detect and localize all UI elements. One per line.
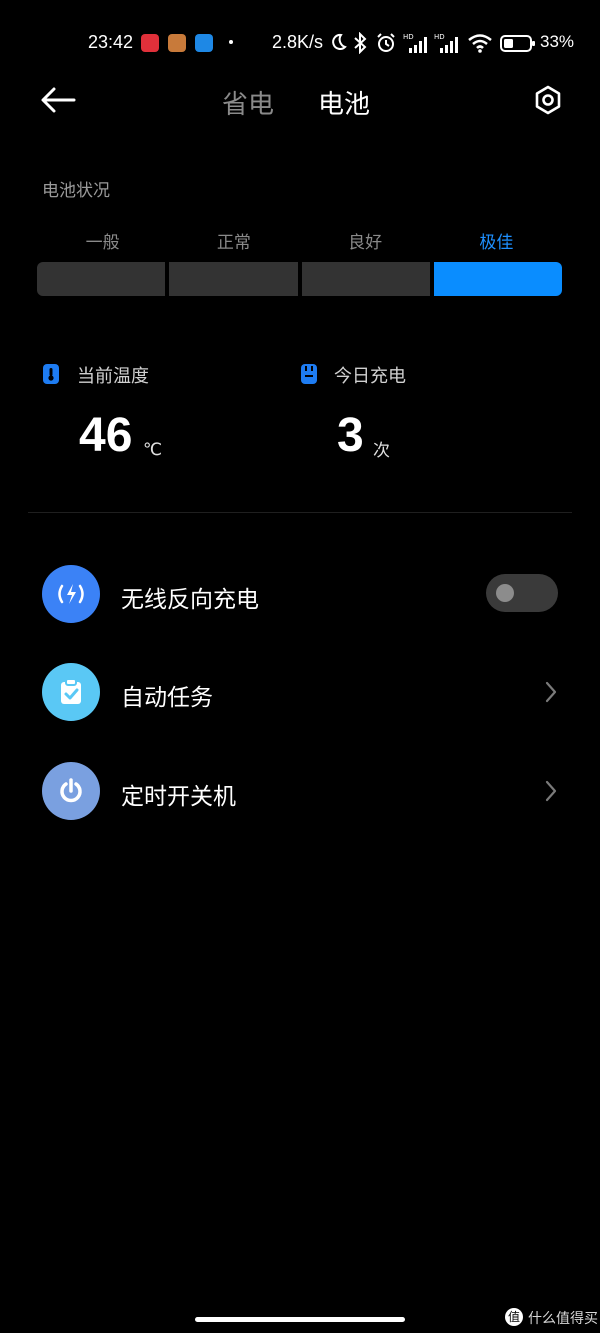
battery-icon <box>500 35 535 52</box>
battery-health-levels: 一般 正常 良好 极佳 <box>37 228 562 254</box>
toggle-knob <box>496 584 514 602</box>
charges-label: 今日充电 <box>334 366 406 387</box>
clipboard-check-icon <box>42 663 100 721</box>
level-label: 良好 <box>348 233 383 253</box>
status-time: 23:42 <box>88 32 134 52</box>
level-label: 正常 <box>216 233 251 253</box>
level-label: 一般 <box>85 233 120 253</box>
app-icon <box>195 34 213 52</box>
thermometer-icon <box>43 364 59 384</box>
health-segment-active <box>433 262 562 296</box>
home-indicator[interactable] <box>195 1317 405 1322</box>
svg-text:HD: HD <box>403 33 414 41</box>
notification-dot-icon <box>229 40 233 44</box>
battery-health-bar <box>37 262 562 296</box>
divider <box>28 512 572 513</box>
watermark-text: 什么值得买 <box>528 1311 598 1327</box>
auto-tasks-row[interactable]: 自动任务 <box>0 652 600 732</box>
temperature-unit: ℃ <box>143 440 163 460</box>
chevron-right-icon <box>545 681 557 703</box>
status-bar: 23:42 2.8K/s HD HD 33% <box>0 26 600 56</box>
svg-text:HD: HD <box>434 33 445 41</box>
auto-tasks-label: 自动任务 <box>121 685 213 711</box>
health-segment <box>37 262 166 296</box>
wireless-reverse-charging-label: 无线反向充电 <box>121 587 259 613</box>
health-segment <box>301 262 430 296</box>
charges-value: 3 <box>337 409 364 462</box>
battery-percent: 33% <box>540 32 575 51</box>
wireless-charging-icon <box>42 565 100 623</box>
scheduled-power-row[interactable]: 定时开关机 <box>0 751 600 831</box>
battery-health-label: 电池状况 <box>42 181 110 201</box>
wireless-reverse-charging-toggle[interactable] <box>486 574 558 612</box>
scheduled-power-label: 定时开关机 <box>121 784 236 810</box>
signal-hd-icon: HD <box>434 33 458 53</box>
app-icon <box>168 34 186 52</box>
charger-plug-icon <box>301 364 317 384</box>
watermark-badge: 值 <box>505 1308 523 1326</box>
wifi-icon <box>468 34 492 53</box>
gear-icon[interactable] <box>532 84 564 116</box>
temperature-value: 46 <box>79 409 133 462</box>
alarm-icon <box>377 33 395 52</box>
health-segment <box>169 262 298 296</box>
chevron-right-icon <box>545 780 557 802</box>
tab-battery[interactable]: 电池 <box>318 84 370 121</box>
signal-hd-icon: HD <box>403 33 427 53</box>
moon-icon <box>332 33 347 50</box>
charges-unit: 次 <box>373 441 390 461</box>
power-icon <box>42 762 100 820</box>
network-speed: 2.8K/s <box>272 32 324 52</box>
back-arrow-icon[interactable] <box>40 86 76 114</box>
bluetooth-icon <box>354 32 367 54</box>
temperature-label: 当前温度 <box>77 366 149 387</box>
tab-power-saving[interactable]: 省电 <box>222 84 274 121</box>
app-icon <box>141 34 159 52</box>
level-label-current: 极佳 <box>479 233 514 253</box>
